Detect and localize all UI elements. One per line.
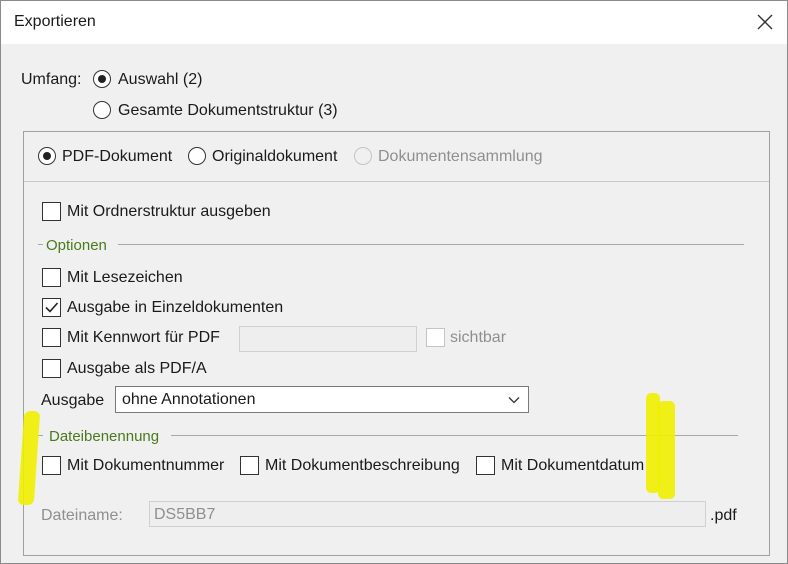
options-divider-right: [118, 244, 744, 245]
doc-date-checkbox[interactable]: [476, 456, 495, 475]
format-pdf-label[interactable]: PDF-Dokument: [62, 148, 172, 166]
output-select-value: ohne Annotationen: [122, 391, 256, 408]
highlight-mark-right-b: [658, 401, 675, 499]
options-section-title: Optionen: [46, 237, 107, 254]
format-pdf-radio[interactable]: [38, 147, 56, 165]
close-button[interactable]: [749, 7, 781, 37]
format-original-radio[interactable]: [188, 147, 206, 165]
format-collection-label: Dokumentensammlung: [378, 148, 543, 165]
bookmarks-label[interactable]: Mit Lesezeichen: [67, 269, 183, 287]
scope-selection-label[interactable]: Auswahl (2): [118, 71, 202, 89]
options-divider-left: [38, 244, 43, 245]
close-icon: [757, 14, 773, 30]
visible-label: sichtbar: [450, 329, 507, 346]
scope-label: Umfang:: [21, 71, 82, 88]
filename-label: Dateiname:: [41, 507, 123, 524]
naming-divider-left: [38, 435, 43, 436]
folder-structure-label[interactable]: Mit Ordnerstruktur ausgeben: [67, 203, 271, 221]
dialog-title: Exportieren: [14, 13, 96, 30]
single-documents-checkbox[interactable]: [42, 298, 61, 317]
pdfa-label[interactable]: Ausgabe als PDF/A: [67, 360, 207, 378]
pdfa-checkbox[interactable]: [42, 359, 61, 378]
doc-date-label[interactable]: Mit Dokumentdatum: [501, 457, 644, 475]
filename-input: DS5BB7: [149, 501, 706, 527]
doc-number-checkbox[interactable]: [42, 456, 61, 475]
checkmark-icon: [45, 302, 59, 313]
output-label: Ausgabe: [41, 392, 105, 409]
format-collection-radio: [354, 147, 372, 165]
password-input: [239, 326, 417, 352]
password-label[interactable]: Mit Kennwort für PDF: [67, 329, 220, 347]
doc-number-label[interactable]: Mit Dokumentnummer: [67, 457, 224, 475]
bookmarks-checkbox[interactable]: [42, 268, 61, 287]
scope-full-structure-radio[interactable]: [93, 101, 111, 119]
naming-section-title: Dateibenennung: [49, 428, 160, 445]
doc-description-label[interactable]: Mit Dokumentbeschreibung: [265, 457, 460, 475]
format-divider: [24, 181, 769, 182]
title-bar: Exportieren: [1, 1, 787, 44]
password-checkbox[interactable]: [42, 328, 61, 347]
chevron-down-icon: [508, 397, 520, 404]
format-original-label[interactable]: Originaldokument: [212, 148, 337, 166]
scope-full-structure-label[interactable]: Gesamte Dokumentstruktur (3): [118, 102, 338, 120]
filename-value: DS5BB7: [154, 506, 216, 523]
filename-extension: .pdf: [710, 507, 737, 524]
doc-description-checkbox[interactable]: [240, 456, 259, 475]
visible-checkbox: [426, 328, 445, 347]
scope-selection-radio[interactable]: [93, 70, 111, 88]
output-select[interactable]: ohne Annotationen: [115, 386, 529, 413]
folder-structure-checkbox[interactable]: [42, 202, 61, 221]
export-dialog: Exportieren Umfang: Auswahl (2) Gesamte …: [0, 0, 788, 564]
single-documents-label[interactable]: Ausgabe in Einzeldokumenten: [67, 299, 283, 317]
